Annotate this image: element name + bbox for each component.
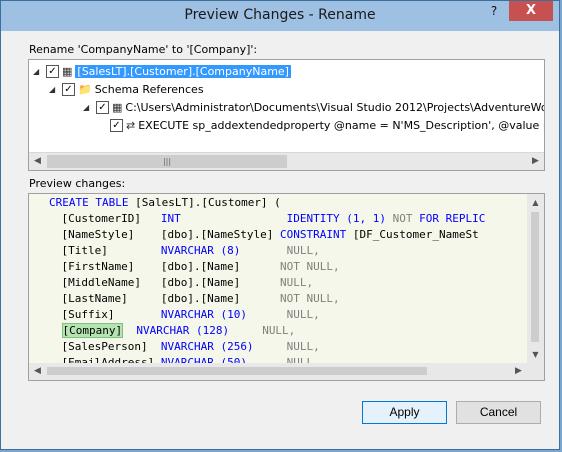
code-line: CREATE TABLE [SalesLT].[Customer] ( (49, 196, 281, 212)
tree-item-label: [SalesLT].[Customer].[CompanyName] (75, 64, 291, 78)
close-button[interactable]: X (509, 1, 553, 21)
tree-row-file[interactable]: ◢ ✓ ▦ C:\Users\Administrator\Documents\V… (83, 98, 545, 116)
code-line: [FirstName] [dbo].[Name] NOT NULL, (35, 260, 340, 276)
column-icon: ▦ (62, 64, 73, 78)
code-token: FOR REPLIC (412, 212, 486, 225)
help-button[interactable]: ? (482, 2, 506, 21)
scroll-right-icon[interactable]: ▶ (527, 153, 544, 170)
tree-label: Rename 'CompanyName' to '[Company]': (29, 43, 258, 56)
preview-vertical-scrollbar[interactable]: ▲ ▼ (527, 194, 544, 380)
scroll-thumb[interactable] (531, 212, 539, 342)
code-token: [FirstName] [dbo].[Name] (35, 260, 281, 273)
checkbox-icon[interactable]: ✓ (62, 82, 75, 96)
code-token: NVARCHAR (256) (160, 340, 254, 353)
code-line: [Title] NVARCHAR (8) NULL, (35, 244, 320, 260)
renamed-column-highlight: [Company] (61, 323, 124, 338)
code-line: [CustomerID] INT IDENTITY (1, 1) NOT FOR… (35, 212, 485, 228)
code-token: CREATE TABLE (49, 196, 129, 209)
apply-button[interactable]: Apply (362, 401, 447, 424)
code-token: [CustomerID] (35, 212, 161, 225)
checkbox-icon[interactable]: ✓ (110, 118, 123, 132)
code-line: [NameStyle] [dbo].[NameStyle] CONSTRAINT… (35, 228, 479, 244)
code-token: [SalesLT].[Customer] ( (128, 196, 281, 209)
code-token: CONSTRAINT (280, 228, 347, 241)
code-token: NOT NULL, (280, 292, 340, 305)
code-line: [LastName] [dbo].[Name] NOT NULL, (35, 292, 340, 308)
tree-item-label: Schema References (94, 82, 204, 96)
tree-row-schema-references[interactable]: ◢ ✓ 📁 Schema References (49, 80, 204, 98)
preview-horizontal-scrollbar[interactable]: ◀ ▶ (29, 363, 544, 380)
window-title: Preview Changes - Rename (184, 7, 376, 23)
code-token: NVARCHAR (8) (160, 244, 241, 257)
collapse-triangle-icon[interactable]: ◢ (83, 103, 93, 112)
code-line: [Suffix] NVARCHAR (10) NULL, (35, 308, 320, 324)
code-token: INT (160, 212, 181, 225)
code-token: NULL, (229, 324, 296, 337)
code-token: [NameStyle] [dbo].[NameStyle] (35, 228, 281, 241)
scroll-thumb[interactable] (47, 367, 427, 375)
title-bar[interactable]: Preview Changes - Rename ? X (1, 1, 559, 31)
checkbox-icon[interactable]: ✓ (46, 64, 59, 78)
code-token: NULL, (253, 340, 320, 353)
script-icon: ⇄ (126, 118, 136, 132)
code-token: [MiddleName] [dbo].[Name] (35, 276, 281, 289)
preview-label: Preview changes: (29, 177, 126, 190)
scroll-down-icon[interactable]: ▼ (527, 346, 544, 363)
tree-horizontal-scrollbar[interactable]: ◀ ||| ▶ (29, 152, 544, 170)
code-token: [Suffix] (35, 308, 161, 321)
scroll-left-icon[interactable]: ◀ (29, 153, 46, 170)
preview-changes-dialog: Preview Changes - Rename ? X Rename 'Com… (0, 0, 560, 450)
checkbox-icon[interactable]: ✓ (96, 100, 109, 114)
scroll-right-icon[interactable]: ▶ (510, 363, 527, 380)
folder-icon: 📁 (78, 82, 92, 96)
scroll-thumb[interactable]: ||| (47, 155, 287, 168)
scroll-up-icon[interactable]: ▲ (527, 194, 544, 211)
code-token: NULL, (246, 308, 320, 321)
code-token: NULL, (240, 244, 320, 257)
dialog-client: Rename 'CompanyName' to '[Company]': ◢ ✓… (9, 31, 551, 443)
changes-tree[interactable]: ◢ ✓ ▦ [SalesLT].[Customer].[CompanyName]… (28, 59, 545, 171)
preview-code-editor[interactable]: CREATE TABLE [SalesLT].[Customer] ( [Cus… (28, 193, 545, 381)
code-token: NOT (386, 212, 413, 225)
code-line: [MiddleName] [dbo].[Name] NULL, (35, 276, 313, 292)
code-token: [LastName] [dbo].[Name] (35, 292, 281, 305)
tree-row-statement[interactable]: ✓ ⇄ EXECUTE sp_addextendedproperty @name… (107, 116, 545, 134)
code-token: [Title] (35, 244, 161, 257)
code-token: [DF_Customer_NameSt (346, 228, 479, 241)
code-token: [SalesPerson] (35, 340, 161, 353)
tree-item-label: EXECUTE sp_addextendedproperty @name = N… (138, 118, 545, 132)
tree-row-column[interactable]: ◢ ✓ ▦ [SalesLT].[Customer].[CompanyName] (33, 62, 291, 80)
code-line: [SalesPerson] NVARCHAR (256) NULL, (35, 340, 320, 356)
code-line: [Company] NVARCHAR (128) NULL, (35, 323, 296, 340)
cancel-button[interactable]: Cancel (456, 401, 541, 424)
collapse-triangle-icon[interactable]: ◢ (49, 85, 59, 94)
code-token: NULL, (280, 276, 314, 289)
code-token: NOT NULL, (280, 260, 340, 273)
file-icon: ▦ (112, 100, 123, 114)
code-token: NVARCHAR (10) (160, 308, 247, 321)
code-token: IDENTITY (1, 1) (180, 212, 387, 225)
scroll-left-icon[interactable]: ◀ (29, 363, 46, 380)
collapse-triangle-icon[interactable]: ◢ (33, 67, 43, 76)
code-token: NVARCHAR (128) (123, 324, 230, 337)
tree-item-label: C:\Users\Administrator\Documents\Visual … (125, 100, 545, 114)
